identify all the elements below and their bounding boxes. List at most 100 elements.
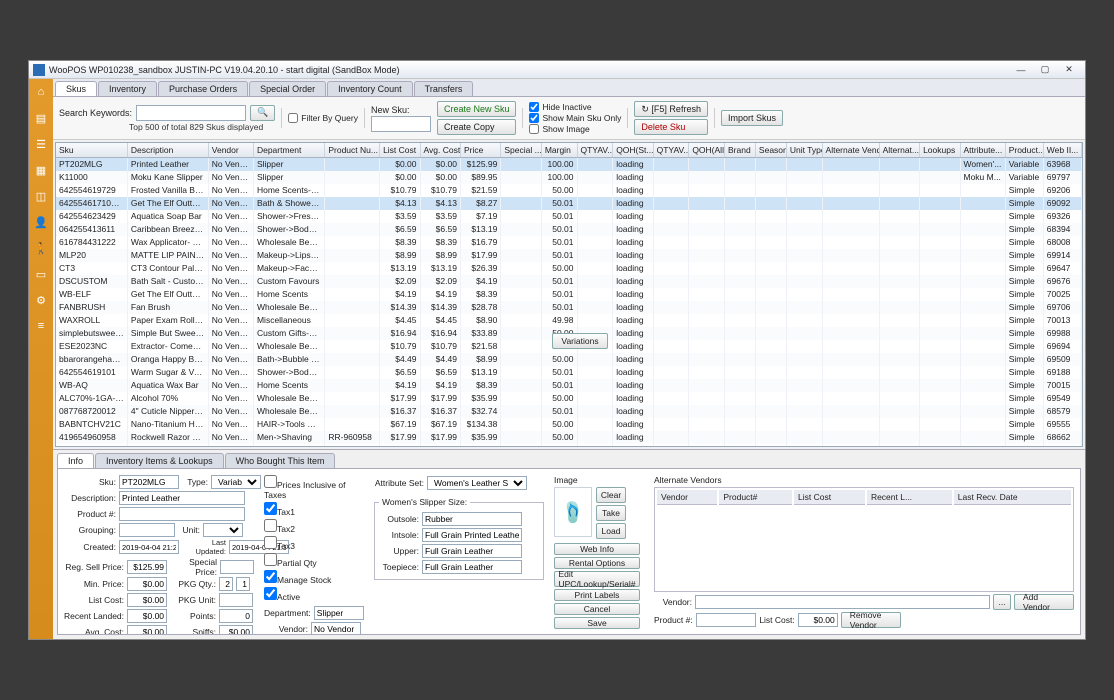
rental-options-button[interactable]: Rental Options xyxy=(554,557,640,569)
col-header[interactable]: Department xyxy=(253,143,324,158)
top-tab-skus[interactable]: Skus xyxy=(55,81,97,96)
department-field[interactable] xyxy=(314,606,364,620)
list-cost-field[interactable] xyxy=(127,593,167,607)
outsole-field[interactable] xyxy=(422,512,522,526)
table-row[interactable]: K11000Moku Kane SlipperNo VendorSlipper$… xyxy=(56,171,1082,184)
prices-incl-taxes-checkbox[interactable] xyxy=(264,475,277,488)
table-row[interactable]: 642554617107-1-1Get The Elf Outta Here S… xyxy=(56,197,1082,210)
pkg-qty2-field[interactable] xyxy=(236,577,250,591)
load-image-button[interactable]: Load xyxy=(596,523,626,539)
cancel-button[interactable]: Cancel xyxy=(554,603,640,615)
table-row[interactable]: ALC70%-1GA-DGAlcohol 70%No VendorWholesa… xyxy=(56,392,1082,405)
table-row[interactable]: 074108292780Satin Smooth Foot Pack ...No… xyxy=(56,444,1082,448)
type-select[interactable]: Variable xyxy=(211,475,261,489)
table-row[interactable]: bbarorangehappyOranga Happy Bubble BarNo… xyxy=(56,353,1082,366)
intsole-field[interactable] xyxy=(422,528,522,542)
import-skus-button[interactable]: Import Skus xyxy=(721,110,783,126)
grouping-field[interactable] xyxy=(119,523,175,537)
show-image-checkbox[interactable] xyxy=(529,124,539,134)
nav-home-icon[interactable]: ⌂ xyxy=(32,83,50,101)
delete-sku-button[interactable]: Delete Sku xyxy=(634,119,708,135)
col-header[interactable]: Special ... xyxy=(501,143,541,158)
top-tab-special-order[interactable]: Special Order xyxy=(249,81,326,96)
av-product-field[interactable] xyxy=(696,613,756,627)
points-field[interactable] xyxy=(219,609,253,623)
col-header[interactable]: Sku xyxy=(56,143,127,158)
av-vendor-field[interactable] xyxy=(695,595,990,609)
active-checkbox[interactable] xyxy=(264,587,277,600)
top-tab-inventory-count[interactable]: Inventory Count xyxy=(327,81,413,96)
alt-vendors-grid[interactable]: VendorProduct#List CostRecent L...Last R… xyxy=(654,487,1074,592)
product-number-field[interactable] xyxy=(119,507,245,521)
col-header[interactable]: QTYAV... xyxy=(653,143,689,158)
col-header[interactable]: Product... xyxy=(1005,143,1043,158)
col-header[interactable]: Attribute... xyxy=(960,143,1005,158)
table-row[interactable]: MLP20MATTE LIP PAINT MLP20No VendorMakeu… xyxy=(56,249,1082,262)
search-go-button[interactable]: 🔍 xyxy=(250,105,275,121)
pkg-unit-field[interactable] xyxy=(219,593,253,607)
col-header[interactable]: Alternat... xyxy=(879,143,919,158)
table-row[interactable]: 419654960958Rockwell Razor R1 Roo...No V… xyxy=(56,431,1082,444)
edit-upc-button[interactable]: Edit UPC/Lookup/Serial# xyxy=(554,571,640,587)
col-header[interactable]: QOH(All) xyxy=(689,143,725,158)
newsku-input[interactable] xyxy=(371,116,431,132)
table-row[interactable]: WB-ELFGet The Elf Outta Here ...No Vendo… xyxy=(56,288,1082,301)
vendor-field[interactable] xyxy=(311,622,361,635)
sku-grid[interactable]: SkuDescriptionVendorDepartmentProduct Nu… xyxy=(55,142,1083,447)
table-row[interactable]: DSCUSTOMBath Salt - Custom FavourNo Vend… xyxy=(56,275,1082,288)
unit-select[interactable] xyxy=(203,523,243,537)
col-header[interactable]: QOH(St... xyxy=(613,143,653,158)
detail-tab-inventory-items-lookups[interactable]: Inventory Items & Lookups xyxy=(95,453,224,468)
min-price-field[interactable] xyxy=(127,577,167,591)
table-row[interactable]: 064255413611Caribbean Breeze Body ...No … xyxy=(56,223,1082,236)
filter-by-query-checkbox[interactable] xyxy=(288,113,298,123)
save-button[interactable]: Save xyxy=(554,617,640,629)
table-row[interactable]: 616784431222Wax Applicator- LargeNo Vend… xyxy=(56,236,1082,249)
table-row[interactable]: FANBRUSHFan BrushNo VendorWholesale Beau… xyxy=(56,301,1082,314)
nav-gear-icon[interactable]: ⚙ xyxy=(32,291,50,309)
nav-barcode-icon[interactable]: ▤ xyxy=(32,109,50,127)
partial-qty-checkbox[interactable] xyxy=(264,553,277,566)
col-header[interactable]: Product Nu... xyxy=(325,143,380,158)
col-header[interactable]: Vendor xyxy=(208,143,253,158)
recent-landed-field[interactable] xyxy=(127,609,167,623)
nav-chart-icon[interactable]: ◫ xyxy=(32,187,50,205)
web-info-button[interactable]: Web Info xyxy=(554,543,640,555)
table-row[interactable]: 642554623429Aquatica Soap BarNo VendorSh… xyxy=(56,210,1082,223)
col-header[interactable]: Season xyxy=(755,143,786,158)
tax3-checkbox[interactable] xyxy=(264,536,277,549)
nav-list-icon[interactable]: ☰ xyxy=(32,135,50,153)
col-header[interactable]: Avg. Cost xyxy=(420,143,460,158)
add-vendor-button[interactable]: Add Vendor xyxy=(1014,594,1074,610)
table-row[interactable]: 642554619101Warm Sugar & Vanilla Bo...No… xyxy=(56,366,1082,379)
top-tab-purchase-orders[interactable]: Purchase Orders xyxy=(158,81,248,96)
table-row[interactable]: BABNTCHV21CNano-Titanium HairsettersNo V… xyxy=(56,418,1082,431)
av-vendor-lookup-button[interactable]: ... xyxy=(993,594,1011,610)
hide-inactive-checkbox[interactable] xyxy=(529,102,539,112)
col-header[interactable]: Web II... xyxy=(1043,143,1081,158)
toepiece-field[interactable] xyxy=(422,560,522,574)
table-row[interactable]: PT202MLGPrinted LeatherNo VendorSlipper$… xyxy=(56,158,1082,171)
search-input[interactable] xyxy=(136,105,246,121)
avg-cost-field[interactable] xyxy=(127,625,167,635)
refresh-button[interactable]: ↻ [F5] Refresh xyxy=(634,101,708,117)
description-field[interactable] xyxy=(119,491,245,505)
nav-walk-icon[interactable]: 🚶 xyxy=(32,239,50,257)
table-row[interactable]: CT3CT3 Contour PaletteNo VendorMakeup->F… xyxy=(56,262,1082,275)
remove-vendor-button[interactable]: Remove Vendor xyxy=(841,612,901,628)
col-header[interactable]: Unit Type xyxy=(786,143,822,158)
col-header[interactable]: Price xyxy=(460,143,500,158)
col-header[interactable]: Description xyxy=(127,143,208,158)
spiffs-field[interactable] xyxy=(219,625,253,635)
av-listcost-field[interactable] xyxy=(798,613,838,627)
close-button[interactable]: ✕ xyxy=(1057,63,1081,77)
nav-menu-icon[interactable]: ≡ xyxy=(32,317,50,335)
top-tab-transfers[interactable]: Transfers xyxy=(414,81,474,96)
manage-stock-checkbox[interactable] xyxy=(264,570,277,583)
pkg-qty-field[interactable] xyxy=(219,577,233,591)
clear-image-button[interactable]: Clear xyxy=(596,487,626,503)
sku-field[interactable] xyxy=(119,475,179,489)
show-main-sku-checkbox[interactable] xyxy=(529,113,539,123)
col-header[interactable]: QTYAV... xyxy=(577,143,613,158)
table-row[interactable]: WAXROLLPaper Exam Roll 18"No VendorMisce… xyxy=(56,314,1082,327)
